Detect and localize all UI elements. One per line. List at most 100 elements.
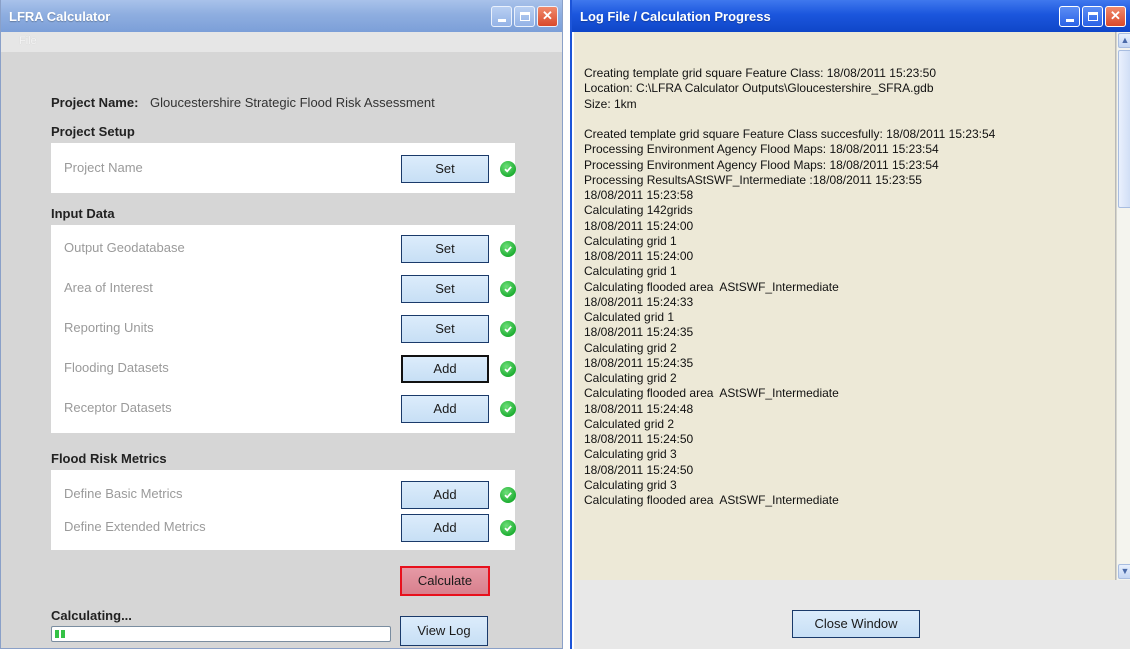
close-window-button[interactable]: Close Window <box>792 610 920 638</box>
minimize-button[interactable] <box>491 5 512 27</box>
check-icon <box>500 361 516 377</box>
project-name-label: Project Name: <box>51 95 139 110</box>
log-line: 18/08/2011 15:24:50 <box>584 462 694 477</box>
log-line: Size: 1km <box>584 96 637 111</box>
log-line: 18/08/2011 15:23:58 <box>584 188 694 202</box>
log-title-bar[interactable]: Log File / Calculation Progress ✕ <box>572 0 1130 32</box>
flood-risk-metrics-panel: Define Basic Metrics Add Define Extended… <box>51 470 516 550</box>
close-icon: ✕ <box>542 8 553 23</box>
scroll-up-icon[interactable]: ▲ <box>1118 33 1130 48</box>
log-line: Calculating grid 1 <box>584 233 677 248</box>
log-line: Location: C:\LFRA Calculator Outputs\Glo… <box>584 81 934 96</box>
log-line: 18/08/2011 15:24:35 <box>584 325 694 340</box>
maximize-icon <box>1087 11 1098 21</box>
log-line: Calculating grid 2 <box>584 371 677 385</box>
row-label: Project Name <box>64 160 143 175</box>
log-line: Calculating flooded area AStSWF_Intermed… <box>584 279 839 294</box>
check-icon <box>500 401 516 417</box>
row-reporting-units: Reporting Units Set <box>51 312 516 343</box>
add-flooding-datasets-button[interactable]: Add <box>401 355 489 383</box>
log-line: Calculating flooded area AStSWF_Intermed… <box>584 386 839 401</box>
set-reporting-units-button[interactable]: Set <box>401 315 489 343</box>
check-icon <box>500 161 516 177</box>
log-line: Calculating grid 2 <box>584 340 677 355</box>
row-area-of-interest: Area of Interest Set <box>51 272 516 303</box>
log-scrollbar[interactable]: ▲ ▼ <box>1116 32 1130 580</box>
lfra-calculator-window: LFRA Calculator ✕ File Project Name: Glo… <box>0 0 563 649</box>
check-icon <box>500 241 516 257</box>
calculator-title-bar[interactable]: LFRA Calculator ✕ <box>1 0 562 32</box>
calculator-window-title: LFRA Calculator <box>9 8 111 24</box>
log-line: Processing Environment Agency Flood Maps… <box>584 157 939 172</box>
row-define-extended-metrics: Define Extended Metrics Add <box>51 511 516 542</box>
calculate-button[interactable]: Calculate <box>400 566 490 596</box>
log-line: 18/08/2011 15:24:00 <box>584 218 694 233</box>
minimize-button[interactable] <box>1059 5 1080 27</box>
log-line: Processing ResultsAStSWF_Intermediate :1… <box>584 172 922 187</box>
calculating-status: Calculating... <box>51 608 132 623</box>
log-content: Creating template grid square Feature Cl… <box>584 66 1114 508</box>
log-line: 18/08/2011 15:24:48 <box>584 401 694 416</box>
log-line: Calculating grid 1 <box>584 264 677 279</box>
log-line: Calculating 142grids <box>584 203 693 218</box>
menu-bar: File <box>1 32 562 52</box>
log-line: Calculated grid 2 <box>584 416 675 431</box>
log-line: Calculated grid 1 <box>584 310 675 324</box>
add-basic-metrics-button[interactable]: Add <box>401 481 489 509</box>
section-project-setup: Project Setup <box>51 124 135 139</box>
section-input-data: Input Data <box>51 206 115 221</box>
close-button[interactable]: ✕ <box>537 5 558 27</box>
check-icon <box>500 321 516 337</box>
log-window-controls: ✕ <box>1059 5 1126 27</box>
close-icon: ✕ <box>1110 8 1121 23</box>
input-data-panel: Output Geodatabase Set Area of Interest … <box>51 225 516 433</box>
menu-file[interactable]: File <box>19 35 37 47</box>
add-extended-metrics-button[interactable]: Add <box>401 514 489 542</box>
progress-bar <box>51 626 391 642</box>
section-flood-risk-metrics: Flood Risk Metrics <box>51 451 167 466</box>
row-label: Flooding Datasets <box>64 360 169 375</box>
project-name-value: Gloucestershire Strategic Flood Risk Ass… <box>150 95 435 110</box>
log-line: Created template grid square Feature Cla… <box>584 127 996 141</box>
log-line: Calculating flooded area AStSWF_Intermed… <box>584 493 839 507</box>
project-name-summary: Project Name: Gloucestershire Strategic … <box>51 95 435 110</box>
progress-segment <box>61 630 65 638</box>
row-label: Output Geodatabase <box>64 240 185 255</box>
log-text-area[interactable]: Creating template grid square Feature Cl… <box>574 32 1116 580</box>
check-icon <box>500 281 516 297</box>
log-window: Log File / Calculation Progress ✕ Creati… <box>570 0 1130 649</box>
view-log-button[interactable]: View Log <box>400 616 488 646</box>
minimize-icon <box>497 18 506 22</box>
log-footer: Close Window <box>574 580 1130 649</box>
row-flooding-datasets: Flooding Datasets Add <box>51 352 516 383</box>
scroll-thumb[interactable] <box>1118 50 1130 208</box>
close-button[interactable]: ✕ <box>1105 5 1126 27</box>
log-line: Calculating grid 3 <box>584 447 677 462</box>
set-project-name-button[interactable]: Set <box>401 155 489 183</box>
row-receptor-datasets: Receptor Datasets Add <box>51 392 516 423</box>
project-setup-panel: Project Name Set <box>51 143 516 193</box>
set-output-geodatabase-button[interactable]: Set <box>401 235 489 263</box>
log-line: Calculating grid 3 <box>584 477 677 492</box>
maximize-button[interactable] <box>514 5 535 27</box>
check-icon <box>500 487 516 503</box>
log-line: 18/08/2011 15:24:35 <box>584 355 694 370</box>
row-label: Area of Interest <box>64 280 153 295</box>
row-output-geodatabase: Output Geodatabase Set <box>51 232 516 263</box>
log-line: 18/08/2011 15:24:50 <box>584 432 694 446</box>
minimize-icon <box>1065 18 1074 22</box>
log-window-title: Log File / Calculation Progress <box>580 8 771 24</box>
add-receptor-datasets-button[interactable]: Add <box>401 395 489 423</box>
row-label: Reporting Units <box>64 320 154 335</box>
progress-segment <box>55 630 59 638</box>
row-define-basic-metrics: Define Basic Metrics Add <box>51 478 516 509</box>
scroll-down-icon[interactable]: ▼ <box>1118 564 1130 579</box>
log-line: 18/08/2011 15:24:33 <box>584 294 694 309</box>
maximize-button[interactable] <box>1082 5 1103 27</box>
row-label: Receptor Datasets <box>64 400 172 415</box>
log-line: Creating template grid square Feature Cl… <box>584 66 936 80</box>
set-area-of-interest-button[interactable]: Set <box>401 275 489 303</box>
row-label: Define Extended Metrics <box>64 519 206 534</box>
maximize-icon <box>519 11 530 21</box>
